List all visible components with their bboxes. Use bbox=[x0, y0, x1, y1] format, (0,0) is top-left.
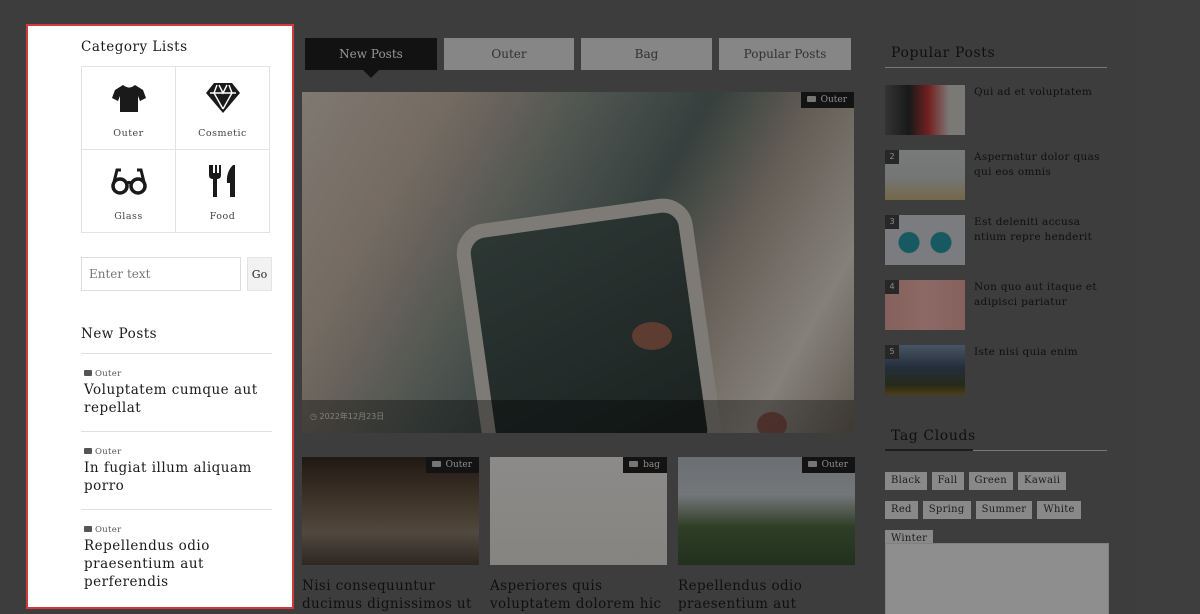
post-category-label: Outer bbox=[95, 525, 122, 535]
category-label: Cosmetic bbox=[198, 128, 247, 139]
search-go-button[interactable]: Go bbox=[247, 257, 272, 291]
glasses-icon bbox=[111, 168, 147, 195]
folder-icon bbox=[84, 370, 92, 376]
category-lists-title: Category Lists bbox=[81, 39, 188, 55]
category-label: Food bbox=[209, 211, 236, 222]
post-category[interactable]: Outer bbox=[84, 369, 121, 379]
tshirt-icon bbox=[112, 85, 146, 112]
category-label: Glass bbox=[114, 211, 143, 222]
category-grid: Outer Cosmetic Glass Food bbox=[81, 66, 270, 233]
folder-icon bbox=[84, 448, 92, 454]
new-posts-title: New Posts bbox=[81, 326, 158, 342]
divider bbox=[81, 509, 272, 510]
post-category[interactable]: Outer bbox=[84, 525, 121, 535]
divider bbox=[81, 353, 272, 354]
category-cosmetic[interactable]: Cosmetic bbox=[176, 67, 270, 150]
category-glass[interactable]: Glass bbox=[82, 150, 176, 233]
post-category[interactable]: Outer bbox=[84, 447, 121, 457]
category-label: Outer bbox=[113, 128, 144, 139]
category-outer[interactable]: Outer bbox=[82, 67, 176, 150]
category-food[interactable]: Food bbox=[176, 150, 270, 233]
divider bbox=[81, 431, 272, 432]
new-post-title[interactable]: In fugiat illum aliquam porro bbox=[84, 459, 270, 495]
fork-knife-icon bbox=[209, 165, 235, 197]
search-input[interactable] bbox=[81, 257, 241, 291]
post-category-label: Outer bbox=[95, 447, 122, 457]
folder-icon bbox=[84, 526, 92, 532]
post-category-label: Outer bbox=[95, 369, 122, 379]
sidebar-drawer: Category Lists Outer Cosmetic Glass Food… bbox=[26, 24, 294, 609]
diamond-icon bbox=[206, 83, 240, 113]
new-post-title[interactable]: Repellendus odio praesentium aut perfere… bbox=[84, 537, 270, 591]
new-post-title[interactable]: Voluptatem cumque aut repellat bbox=[84, 381, 270, 417]
